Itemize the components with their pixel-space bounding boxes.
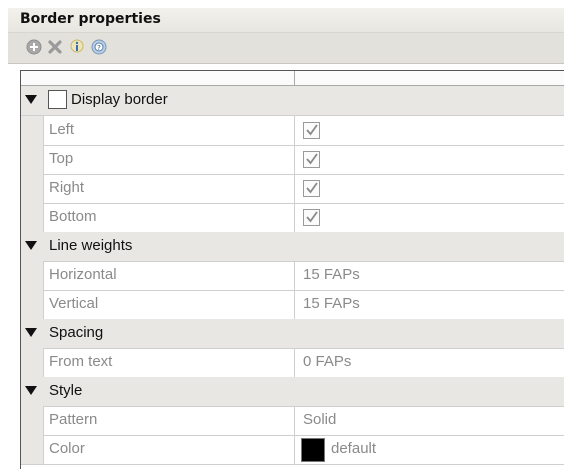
row-gutter xyxy=(21,203,44,232)
section-label: Style xyxy=(49,382,83,399)
property-label: Left xyxy=(49,121,75,138)
row-from-text[interactable]: From text 0 FAPs xyxy=(21,348,564,378)
section-style[interactable]: Style xyxy=(21,377,564,407)
section-spacing[interactable]: Spacing xyxy=(21,319,564,349)
property-label: Color xyxy=(49,440,85,457)
property-label: From text xyxy=(49,353,113,370)
property-label: Bottom xyxy=(49,208,97,225)
column-divider xyxy=(294,435,295,464)
add-icon[interactable] xyxy=(25,38,43,56)
column-divider xyxy=(294,261,295,290)
column-divider xyxy=(294,116,295,145)
section-display-border[interactable]: Display border xyxy=(21,86,564,116)
top-checkbox[interactable] xyxy=(303,151,320,168)
display-border-checkbox[interactable] xyxy=(48,90,67,109)
color-swatch[interactable] xyxy=(301,438,325,462)
svg-text:?: ? xyxy=(97,44,101,52)
row-horizontal[interactable]: Horizontal 15 FAPs xyxy=(21,261,564,291)
row-gutter xyxy=(21,116,44,145)
border-properties-panel: Border properties ? Display border Left … xyxy=(8,8,564,469)
row-gutter xyxy=(21,406,44,435)
property-label: Horizontal xyxy=(49,266,117,283)
property-label: Top xyxy=(49,150,74,167)
column-divider xyxy=(294,348,295,377)
row-gutter xyxy=(21,290,44,319)
collapse-triangle-icon[interactable] xyxy=(25,241,37,250)
row-gutter xyxy=(21,348,44,377)
property-value[interactable]: 0 FAPs xyxy=(303,353,351,370)
row-left[interactable]: Left xyxy=(21,116,564,146)
property-value[interactable]: default xyxy=(331,440,376,457)
panel-title: Border properties xyxy=(20,11,161,27)
property-value[interactable]: 15 FAPs xyxy=(303,266,360,283)
row-gutter xyxy=(21,261,44,290)
property-label: Pattern xyxy=(49,411,98,428)
row-pattern[interactable]: Pattern Solid xyxy=(21,406,564,436)
collapse-triangle-icon[interactable] xyxy=(25,95,37,104)
section-label: Line weights xyxy=(49,237,133,254)
row-gutter xyxy=(21,435,44,464)
section-line-weights[interactable]: Line weights xyxy=(21,232,564,262)
row-top[interactable]: Top xyxy=(21,145,564,175)
column-divider xyxy=(294,406,295,435)
row-right[interactable]: Right xyxy=(21,174,564,204)
column-divider xyxy=(294,145,295,174)
row-gutter xyxy=(21,174,44,203)
property-value[interactable]: 15 FAPs xyxy=(303,295,360,312)
section-label: Spacing xyxy=(49,324,104,341)
right-checkbox[interactable] xyxy=(303,180,320,197)
collapse-triangle-icon[interactable] xyxy=(25,386,37,395)
left-checkbox[interactable] xyxy=(303,122,320,139)
column-divider xyxy=(294,203,295,232)
collapse-triangle-icon[interactable] xyxy=(25,328,37,337)
column-divider[interactable] xyxy=(294,71,295,85)
delete-icon[interactable] xyxy=(46,38,64,56)
property-label: Vertical xyxy=(49,295,99,312)
info-icon[interactable] xyxy=(68,38,86,56)
row-color[interactable]: Color default xyxy=(21,435,564,465)
property-grid: Display border Left Top Right Bottom Lin… xyxy=(20,70,564,469)
help-icon[interactable]: ? xyxy=(90,38,108,56)
bottom-checkbox[interactable] xyxy=(303,209,320,226)
column-divider xyxy=(294,290,295,319)
panel-titlebar: Border properties xyxy=(8,8,564,33)
property-label: Right xyxy=(49,179,85,196)
toolbar: ? xyxy=(8,33,564,64)
row-vertical[interactable]: Vertical 15 FAPs xyxy=(21,290,564,320)
row-gutter xyxy=(21,145,44,174)
row-bottom[interactable]: Bottom xyxy=(21,203,564,233)
grid-header xyxy=(21,71,564,86)
property-value[interactable]: Solid xyxy=(303,411,336,428)
section-label: Display border xyxy=(71,91,168,108)
column-divider xyxy=(294,174,295,203)
